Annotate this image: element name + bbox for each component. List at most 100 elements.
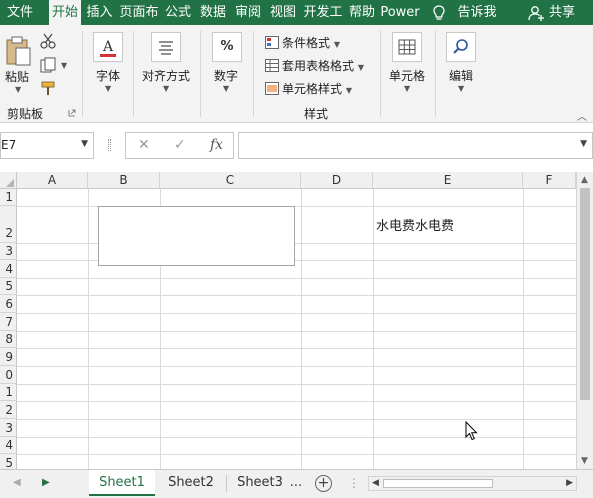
align-icon[interactable] [151, 32, 181, 62]
tab-power[interactable]: Power [380, 0, 420, 25]
dialog-launcher-icon[interactable] [68, 109, 76, 117]
row-header[interactable]: 7 [0, 313, 17, 331]
scrollbar-thumb[interactable] [383, 479, 493, 488]
alignment-group-button[interactable]: 对齐方式 [142, 67, 190, 84]
sheet-tab-sheet2[interactable]: Sheet2 [158, 470, 224, 496]
next-sheet-icon[interactable]: ▶ [42, 477, 50, 488]
search-icon[interactable] [446, 32, 476, 62]
tab-insert[interactable]: 插入 [83, 0, 116, 25]
collapse-ribbon-icon[interactable]: ︿ [577, 108, 587, 123]
tab-home[interactable]: 开始 [49, 0, 81, 25]
column-header-f[interactable]: F [523, 172, 576, 189]
cell-e2[interactable]: 水电费水电费 [376, 215, 454, 234]
tab-review[interactable]: 审阅 [232, 0, 264, 25]
cells-group-button[interactable]: 单元格 [389, 67, 425, 84]
vertical-scrollbar[interactable]: ▲ ▼ [576, 172, 593, 469]
row-header[interactable]: 1 [0, 189, 17, 206]
enter-icon[interactable]: ✓ [174, 137, 186, 153]
share-button[interactable]: 共享 [546, 0, 578, 25]
scroll-down-icon[interactable]: ▼ [581, 456, 588, 466]
horizontal-scrollbar[interactable]: ◀ ▶ [368, 476, 577, 491]
row-header[interactable]: 8 [0, 331, 17, 348]
gridline [17, 384, 576, 385]
scroll-right-icon[interactable]: ▶ [566, 478, 573, 488]
column-header-c[interactable]: C [160, 172, 301, 189]
column-header-a[interactable]: A [17, 172, 88, 189]
tell-me-search[interactable]: 告诉我 [452, 0, 502, 25]
cells-icon[interactable] [392, 32, 422, 62]
formula-input[interactable]: ▼ [238, 132, 593, 159]
row-header[interactable]: 2 [0, 206, 17, 243]
chevron-down-icon: ▼ [357, 63, 364, 72]
editing-group-button[interactable]: 编辑 [449, 67, 473, 84]
format-painter-icon[interactable] [40, 80, 58, 96]
row-header[interactable]: 5 [0, 454, 17, 469]
row-header[interactable]: 3 [0, 243, 17, 260]
tab-developer[interactable]: 开发工 [302, 0, 344, 25]
sheet-tab-sheet1[interactable]: Sheet1 [89, 470, 155, 496]
row-header[interactable]: 4 [0, 437, 17, 454]
paste-icon[interactable] [5, 35, 33, 67]
row-header[interactable]: 5 [0, 278, 17, 295]
chevron-down-icon[interactable]: ▼ [223, 84, 229, 93]
scrollbar-thumb[interactable] [580, 188, 590, 400]
add-sheet-button[interactable]: + [315, 475, 332, 492]
row-header[interactable]: 4 [0, 260, 17, 278]
splitter-handle[interactable]: ⋮ [348, 476, 360, 490]
chevron-down-icon[interactable]: ▼ [15, 85, 21, 94]
tab-page-layout[interactable]: 页面布 [118, 0, 160, 25]
cell-styles-button[interactable]: 单元格样式 ▼ [265, 80, 352, 100]
cut-icon[interactable] [40, 33, 58, 49]
conditional-formatting-label: 条件格式 [282, 36, 331, 50]
chevron-down-icon[interactable]: ▼ [105, 84, 111, 93]
chevron-down-icon[interactable]: ▼ [61, 61, 67, 70]
chevron-down-icon[interactable]: ▼ [458, 84, 464, 93]
more-sheets[interactable]: ... [288, 470, 304, 496]
font-button-icon[interactable]: A [93, 32, 123, 62]
insert-function-icon[interactable]: fx [210, 137, 223, 153]
row-header[interactable]: 9 [0, 348, 17, 366]
column-header-e[interactable]: E [373, 172, 523, 189]
row-header[interactable]: 6 [0, 295, 17, 313]
paste-button[interactable]: 粘贴 [5, 68, 29, 85]
row-header[interactable]: 2 [0, 401, 17, 419]
gridline [17, 454, 576, 455]
lightbulb-icon[interactable] [430, 4, 448, 22]
name-box[interactable]: E7 ▼ [0, 132, 94, 159]
prev-sheet-icon[interactable]: ◀ [13, 477, 21, 488]
scroll-left-icon[interactable]: ◀ [372, 478, 379, 488]
tab-separator [226, 475, 227, 492]
column-header-b[interactable]: B [88, 172, 160, 189]
row-header[interactable]: 0 [0, 366, 17, 384]
number-group-button[interactable]: 数字 [214, 67, 238, 84]
tab-help[interactable]: 帮助 [346, 0, 378, 25]
row-header[interactable]: 1 [0, 384, 17, 401]
chevron-down-icon[interactable]: ▼ [404, 84, 410, 93]
copy-icon[interactable] [40, 57, 58, 73]
sheet-tab-sheet3[interactable]: Sheet3 [228, 470, 292, 496]
chevron-down-icon: ▼ [345, 86, 352, 95]
percent-icon[interactable]: % [212, 32, 242, 62]
person-add-icon[interactable] [527, 4, 545, 22]
tab-file[interactable]: 文件 [0, 0, 40, 25]
resize-handle[interactable] [108, 139, 111, 151]
font-group-button[interactable]: 字体 [96, 67, 120, 84]
column-header-d[interactable]: D [301, 172, 373, 189]
text-box-shape[interactable] [98, 206, 295, 266]
conditional-formatting-button[interactable]: 条件格式 ▼ [265, 34, 340, 54]
row-header[interactable]: 3 [0, 419, 17, 437]
number-format-symbol: % [220, 39, 234, 54]
select-all-corner[interactable] [0, 172, 17, 189]
format-as-table-button[interactable]: 套用表格格式 ▼ [265, 57, 364, 77]
svg-text:A: A [102, 39, 114, 55]
gridline [17, 313, 576, 314]
tab-data[interactable]: 数据 [197, 0, 229, 25]
scroll-up-icon[interactable]: ▲ [581, 175, 588, 185]
chevron-down-icon[interactable]: ▼ [81, 139, 88, 149]
chevron-down-icon[interactable]: ▼ [163, 84, 169, 93]
chevron-down-icon[interactable]: ▼ [580, 139, 587, 149]
tab-view[interactable]: 视图 [267, 0, 299, 25]
worksheet-grid[interactable]: A B C D E F 1 2 3 4 5 6 7 8 9 0 1 2 3 4 … [0, 172, 576, 469]
tab-formulas[interactable]: 公式 [162, 0, 194, 25]
cancel-icon[interactable]: ✕ [138, 137, 150, 153]
